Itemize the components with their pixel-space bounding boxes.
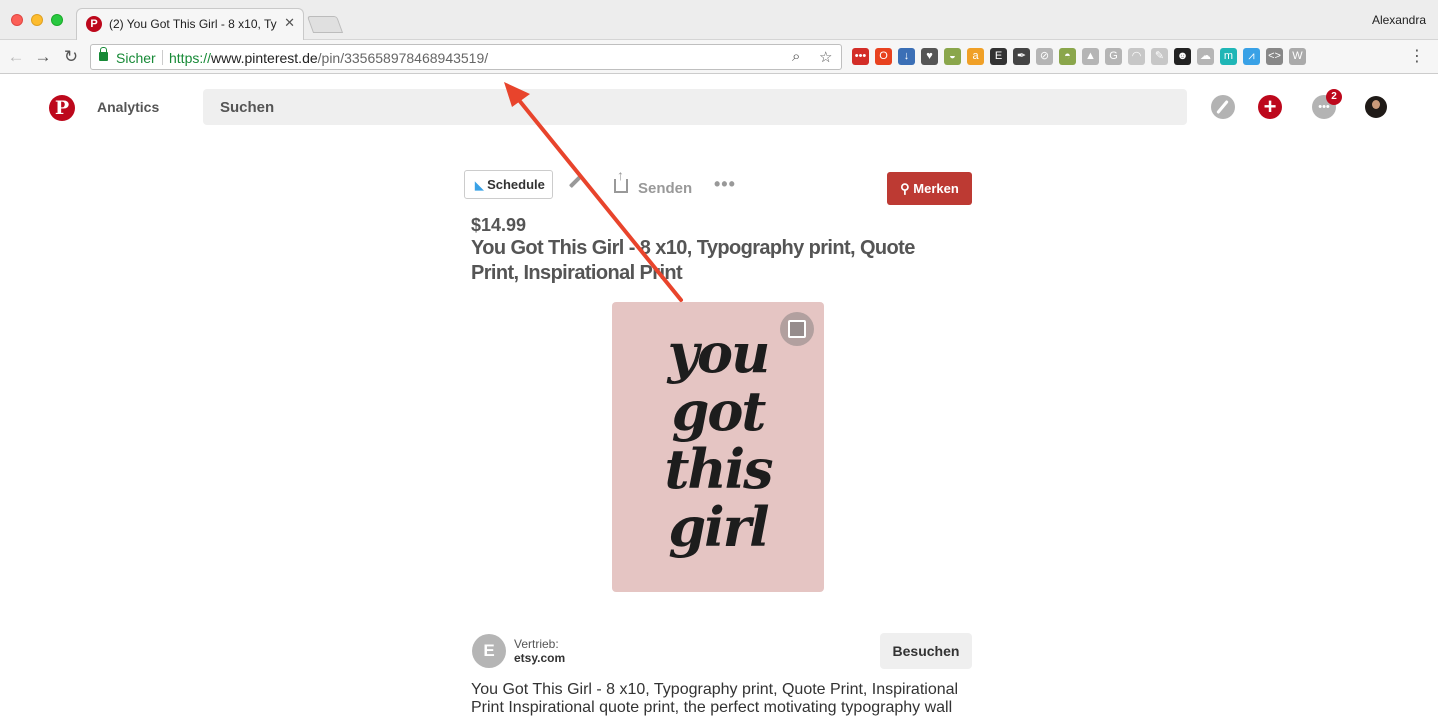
pin-price: $14.99 — [471, 215, 527, 235]
pen-icon[interactable]: ✎ — [1151, 48, 1168, 65]
pocket-icon[interactable]: ♥ — [921, 48, 938, 65]
url-scheme: https:// — [169, 50, 212, 66]
url-path: /pin/335658978468943519/ — [317, 50, 489, 66]
browser-toolbar: ← → ↻ Sicher https://www.pinterest.de/pi… — [0, 40, 1438, 74]
wtext-icon[interactable]: W — [1289, 48, 1306, 65]
browser-menu-icon[interactable]: ⋮ — [1409, 46, 1425, 66]
visit-button[interactable]: Besuchen — [880, 633, 972, 669]
pinterest-logo-icon[interactable]: P — [49, 95, 75, 121]
code-icon[interactable]: <> — [1266, 48, 1283, 65]
bowl2-icon[interactable]: ◓ — [1059, 48, 1076, 65]
new-tab-button[interactable] — [306, 16, 344, 33]
evernote-icon[interactable]: E — [990, 48, 1007, 65]
search-input[interactable] — [203, 89, 1187, 125]
buffer-icon[interactable]: ⩘ — [1243, 48, 1260, 65]
tab-title: (2) You Got This Girl - 8 x10, Typograph… — [109, 17, 277, 31]
pin-title: You Got This Girl - 8 x10, Typography pr… — [471, 237, 915, 284]
bowl-icon[interactable]: ◒ — [944, 48, 961, 65]
minimize-window-button[interactable] — [31, 14, 43, 26]
pinterest-favicon-icon: P — [86, 16, 102, 32]
buffer-bird-icon: ◣ — [475, 180, 484, 192]
address-bar[interactable]: Sicher https://www.pinterest.de/pin/3356… — [90, 44, 842, 70]
extensions-bar: ••• O ↓ ♥ ◒ a E ✒ ⊘ ◓ ▲ G ◠ ✎ ☻ ☁ m ⩘ <> W — [852, 48, 1306, 66]
source-name-link[interactable]: etsy.com — [514, 651, 565, 665]
schedule-button[interactable]: ◣ Schedule — [464, 170, 553, 199]
notification-badge: 2 — [1326, 89, 1342, 105]
share-icon[interactable] — [614, 167, 628, 193]
zoom-search-icon[interactable]: ⌕ — [792, 48, 800, 65]
browser-tab[interactable]: P (2) You Got This Girl - 8 x10, Typogra… — [76, 8, 304, 40]
m-icon[interactable]: m — [1220, 48, 1237, 65]
url-host: www.pinterest.de — [211, 50, 318, 66]
schedule-label: Schedule — [487, 177, 545, 192]
owl-icon[interactable]: ☻ — [1174, 48, 1191, 65]
cloud-icon[interactable]: ☁ — [1197, 48, 1214, 65]
feather-icon[interactable]: ✒ — [1013, 48, 1030, 65]
secure-label: Sicher — [116, 50, 156, 66]
edit-pencil-icon[interactable] — [568, 173, 584, 189]
triangle-icon[interactable]: ▲ — [1082, 48, 1099, 65]
pin-action-bar: ◣ Schedule Senden ••• ⚲ Merken — [464, 167, 972, 205]
lastpass-icon[interactable]: ••• — [852, 48, 869, 65]
browser-tab-strip: P (2) You Got This Girl - 8 x10, Typogra… — [0, 0, 1438, 40]
maximize-window-button[interactable] — [51, 14, 63, 26]
pin-image-lettering: you got this girl — [664, 321, 773, 559]
lock-icon — [99, 47, 108, 61]
amazon-icon[interactable]: a — [967, 48, 984, 65]
reload-icon[interactable]: ↻ — [61, 47, 81, 67]
create-pin-plus-icon[interactable]: + — [1258, 95, 1282, 119]
save-button[interactable]: ⚲ Merken — [887, 172, 972, 205]
more-options-icon[interactable]: ••• — [714, 174, 736, 195]
explore-compass-icon[interactable] — [1211, 95, 1235, 119]
pin-image[interactable]: you got this girl — [612, 302, 824, 592]
close-window-button[interactable] — [11, 14, 23, 26]
tab-close-icon[interactable]: ✕ — [284, 15, 295, 31]
compass-icon[interactable]: ⊘ — [1036, 48, 1053, 65]
forward-icon[interactable]: → — [33, 47, 53, 67]
url-text[interactable]: https://www.pinterest.de/pin/33565897846… — [169, 50, 488, 66]
download-icon[interactable]: ↓ — [898, 48, 915, 65]
send-button[interactable]: Senden — [638, 180, 692, 197]
save-label: Merken — [913, 180, 959, 196]
pinterest-header: P Analytics + ••• 2 — [0, 75, 1438, 139]
analytics-link[interactable]: Analytics — [97, 99, 159, 115]
omnibox-divider — [162, 50, 163, 65]
rss-icon[interactable]: ◠ — [1128, 48, 1145, 65]
fullscreen-zoom-icon[interactable] — [780, 312, 814, 346]
source-avatar[interactable]: E — [472, 634, 506, 668]
back-icon[interactable]: ← — [6, 47, 26, 67]
bookmark-star-icon[interactable]: ☆ — [819, 48, 832, 66]
user-avatar[interactable] — [1365, 96, 1387, 118]
browser-profile-name[interactable]: Alexandra — [1372, 13, 1426, 27]
source-label: Vertrieb: — [514, 637, 559, 651]
grammarly-icon[interactable]: G — [1105, 48, 1122, 65]
opera-icon[interactable]: O — [875, 48, 892, 65]
